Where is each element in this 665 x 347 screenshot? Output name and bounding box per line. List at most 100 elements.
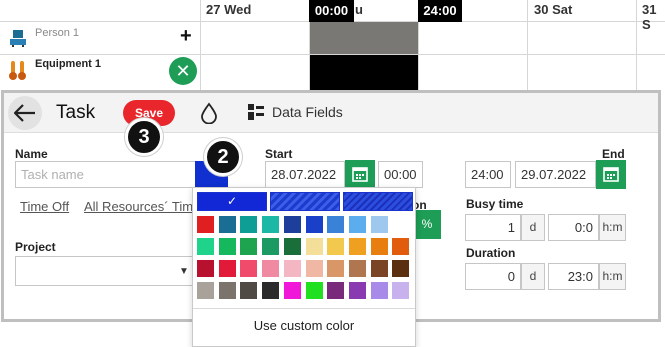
fill-hatch-option[interactable] — [270, 192, 340, 211]
person-icon — [10, 30, 26, 47]
color-swatch[interactable] — [262, 216, 280, 233]
color-swatch[interactable] — [197, 238, 214, 255]
person-busy-block[interactable] — [310, 22, 418, 54]
end-label: End — [602, 147, 625, 161]
color-swatch[interactable] — [305, 238, 323, 255]
use-custom-color-button[interactable]: Use custom color — [193, 312, 415, 340]
color-swatch[interactable] — [240, 216, 258, 233]
color-swatch[interactable] — [283, 260, 301, 277]
color-swatch[interactable] — [370, 282, 388, 299]
color-swatch[interactable] — [197, 260, 214, 277]
color-swatch[interactable] — [327, 260, 345, 277]
color-swatch[interactable] — [240, 282, 258, 299]
end-date-input[interactable]: 29.07.2022 — [515, 161, 596, 188]
name-label: Name — [15, 147, 48, 161]
day-header-sat: 30 Sat — [534, 2, 573, 17]
color-swatch[interactable] — [392, 238, 410, 255]
project-select[interactable] — [15, 256, 195, 286]
color-swatch[interactable] — [305, 216, 323, 233]
color-swatch[interactable] — [348, 260, 366, 277]
color-swatch[interactable] — [305, 282, 323, 299]
time-off-link[interactable]: Time Off — [20, 199, 69, 214]
name-input[interactable]: Task name — [15, 161, 196, 188]
duration-hm-input[interactable]: 23:0 — [548, 263, 599, 290]
color-swatch[interactable] — [240, 260, 258, 277]
color-swatch[interactable] — [240, 238, 258, 255]
color-swatch[interactable] — [370, 260, 388, 277]
color-swatch[interactable] — [218, 238, 236, 255]
busy-hm-unit: h:m — [599, 214, 626, 241]
color-swatch[interactable] — [305, 260, 323, 277]
divider — [193, 308, 415, 309]
column-divider — [527, 0, 528, 92]
end-time-input[interactable]: 24:00 — [465, 161, 511, 188]
arrow-left-icon — [14, 104, 35, 122]
day-header-thu: u — [355, 2, 363, 17]
color-swatch[interactable] — [327, 282, 345, 299]
color-swatch[interactable] — [197, 216, 214, 233]
start-label: Start — [265, 147, 293, 161]
color-swatch[interactable] — [262, 260, 280, 277]
all-resources-time-link[interactable]: All Resources´ Tim — [84, 199, 193, 214]
color-swatch[interactable] — [348, 216, 366, 233]
column-divider — [636, 0, 637, 92]
panel-title: Task — [56, 102, 96, 123]
add-resource-button[interactable]: + — [180, 26, 192, 46]
duration-label: Duration — [466, 246, 516, 260]
color-swatch[interactable] — [218, 216, 236, 233]
fill-style-row: ✓ — [197, 192, 413, 211]
duration-days-unit: d — [521, 263, 545, 290]
color-swatch[interactable] — [392, 260, 410, 277]
color-swatch[interactable] — [283, 238, 301, 255]
day-header-wed: 27 Wed — [206, 2, 252, 17]
task-toolbar: Task Save Data Fields — [4, 93, 658, 133]
color-swatch[interactable] — [348, 238, 366, 255]
color-swatch[interactable] — [262, 238, 280, 255]
start-time-marker: 00:00 — [309, 0, 354, 22]
color-swatch[interactable] — [327, 216, 345, 233]
data-fields-button[interactable]: Data Fields — [272, 104, 343, 120]
busy-time-label: Busy time — [466, 197, 524, 211]
color-picker-popup: ✓ Use custom color — [192, 187, 416, 347]
resource-label-person: Person 1 — [35, 27, 80, 39]
busy-days-unit: d — [521, 214, 545, 241]
column-divider — [200, 0, 201, 92]
data-fields-icon — [248, 104, 264, 120]
duration-days-input[interactable]: 0 — [465, 263, 521, 290]
equipment-busy-block[interactable] — [310, 55, 418, 92]
step-badge-2: 2 — [204, 138, 242, 176]
calendar-icon — [352, 167, 368, 182]
color-swatch[interactable] — [392, 282, 410, 299]
color-swatch[interactable] — [262, 282, 280, 299]
equipment-icon — [9, 61, 26, 80]
color-swatch[interactable] — [348, 282, 366, 299]
color-swatch[interactable] — [370, 238, 388, 255]
percent-button[interactable]: % — [413, 210, 441, 239]
fill-dense-hatch-option[interactable] — [343, 192, 413, 211]
end-time-marker: 24:00 — [418, 0, 462, 22]
start-date-input[interactable]: 28.07.2022 — [265, 161, 345, 188]
scheduler-grid: 27 Wed u 30 Sat 31 S 00:00 24:00 Person … — [0, 0, 665, 92]
color-swatch[interactable] — [218, 260, 236, 277]
color-swatch[interactable] — [197, 282, 214, 299]
calendar-icon — [603, 167, 619, 182]
color-drop-icon[interactable] — [200, 102, 218, 124]
start-time-input[interactable]: 00:00 — [378, 161, 423, 188]
fill-solid-option[interactable]: ✓ — [197, 192, 267, 211]
start-calendar-button[interactable] — [345, 160, 375, 189]
busy-days-input[interactable]: 1 — [465, 214, 521, 241]
color-swatch[interactable] — [283, 282, 301, 299]
remove-resource-button[interactable]: ✕ — [169, 57, 197, 85]
color-swatch[interactable] — [370, 216, 388, 233]
chevron-down-icon: ▼ — [179, 266, 189, 277]
day-header-sun: 31 S — [642, 2, 657, 32]
color-swatch[interactable] — [327, 238, 345, 255]
end-calendar-button[interactable] — [596, 160, 626, 189]
duration-hm-unit: h:m — [599, 263, 626, 290]
busy-hm-input[interactable]: 0:0 — [548, 214, 599, 241]
color-swatch[interactable] — [283, 216, 301, 233]
color-swatch[interactable] — [218, 282, 236, 299]
project-label: Project — [15, 240, 56, 254]
back-button[interactable] — [8, 96, 42, 130]
resource-label-equipment: Equipment 1 — [35, 58, 102, 70]
